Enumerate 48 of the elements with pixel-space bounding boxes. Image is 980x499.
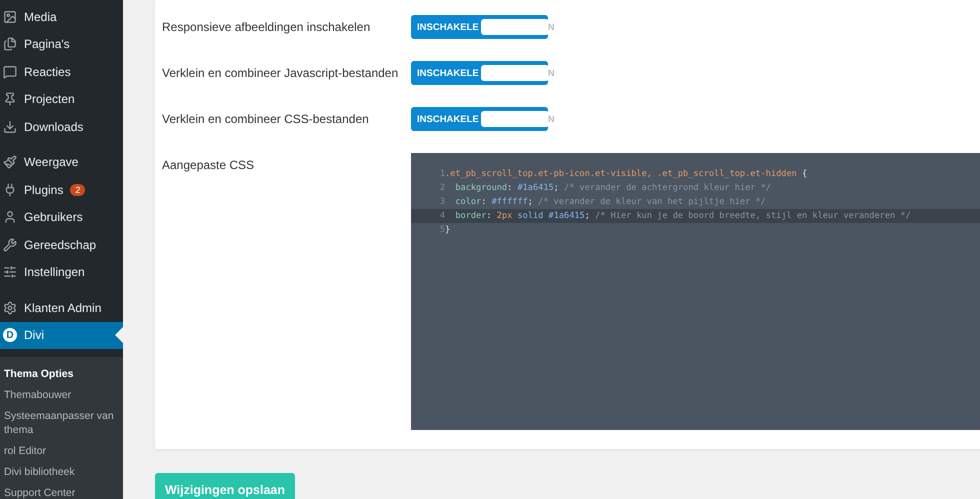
toggle-text: N (548, 21, 554, 34)
sidebar-item[interactable]: Weergave (0, 148, 123, 176)
download-icon (3, 120, 17, 134)
toggle-switch[interactable]: INSCHAKELE (411, 15, 548, 39)
wrench-icon (3, 238, 17, 252)
toggle-text: N (548, 113, 554, 126)
setting-label: Verklein en combineer Javascript-bestanden (162, 65, 400, 82)
sidebar-item[interactable]: Projecten (0, 86, 123, 113)
setting-label: Aangepaste CSS (162, 157, 256, 174)
submenu-item[interactable]: Support Center (0, 482, 123, 499)
sidebar-item[interactable]: Reacties (0, 58, 123, 86)
count-badge: 2 (70, 184, 86, 196)
toggle-switch[interactable]: INSCHAKELE (411, 61, 548, 85)
sidebar-item[interactable]: Downloads (0, 113, 123, 140)
pin-icon (3, 92, 17, 106)
settings-icon (3, 300, 17, 315)
code-line: .et_pb_scroll_top.et-pb-icon.et-visible, .et_pb_scroll_top.et-hidden { (445, 169, 808, 179)
sidebar-item[interactable]: Media (0, 3, 123, 30)
code-line: } (445, 225, 450, 235)
setting-label: Verklein en combineer CSS-bestanden (162, 111, 370, 128)
sidebar-item[interactable]: Klanten Admin (0, 294, 123, 322)
speech-bubble-icon (3, 64, 17, 79)
submenu-item[interactable]: Systeemaanpasser van thema (0, 405, 123, 440)
submenu-item[interactable]: Themabouwer (0, 384, 123, 405)
setting-label: Responsieve afbeeldingen inschakelen (162, 19, 372, 36)
sidebar-item[interactable]: D Divi (0, 322, 123, 349)
paintbrush-icon (3, 155, 17, 170)
submenu-item[interactable]: Thema Opties (0, 363, 123, 384)
sidebar-item[interactable]: Gereedschap (0, 231, 123, 258)
code-line: border: 2px solid #1a6415; /* Hier kun je de boord breedte, stijl en kleur veranderen */ (454, 211, 911, 221)
toggle-switch[interactable]: INSCHAKELE (411, 107, 548, 131)
toggle-text: N (548, 67, 554, 80)
submenu-item[interactable]: Divi bibliotheek (0, 461, 123, 482)
line-number: 4 (438, 211, 445, 221)
plug-icon (3, 182, 17, 197)
pages-icon (3, 37, 17, 52)
submenu-item[interactable]: rol Editor (0, 440, 123, 461)
sidebar-item[interactable]: Instellingen (0, 258, 123, 286)
sidebar-item[interactable]: Pagina's (0, 30, 123, 58)
media-icon (3, 10, 17, 24)
divi-logo-icon: D (3, 328, 17, 342)
user-icon (3, 210, 17, 224)
sidebar-item[interactable]: Plugins 2 (0, 176, 123, 204)
sliders-icon (3, 265, 17, 280)
code-editor[interactable] (411, 153, 980, 430)
sidebar-item[interactable]: Gebruikers (0, 204, 123, 231)
code-line: background: #1a6415; /* verander de achtergrond kleur hier */ (454, 183, 771, 193)
code-line: color: #ffffff; /* verander de kleur van het pijltje hier */ (454, 197, 766, 207)
